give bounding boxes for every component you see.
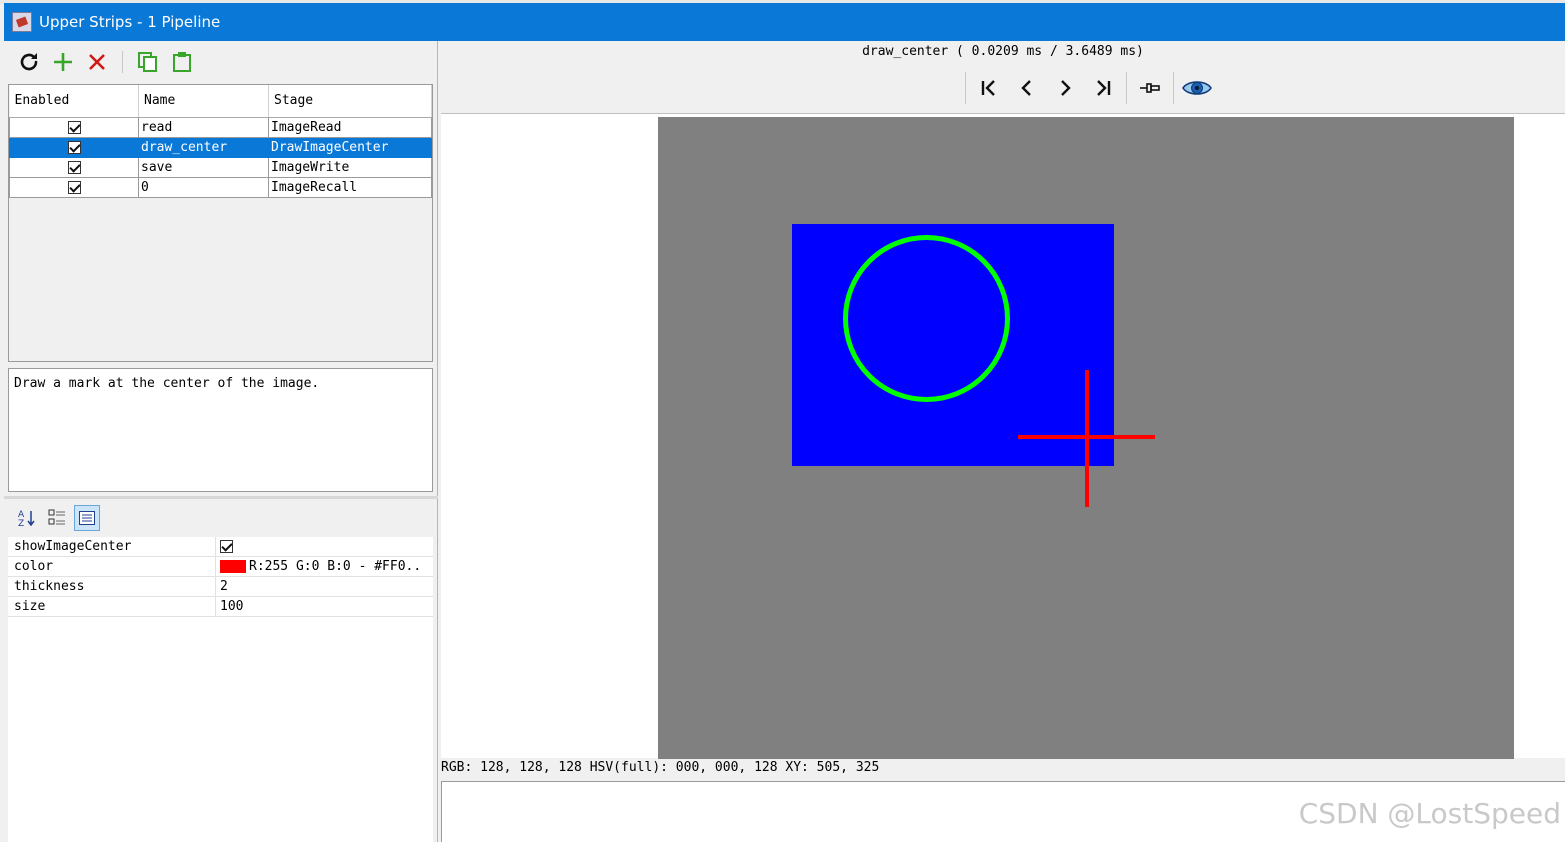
property-row[interactable]: showImageCenter	[8, 536, 433, 557]
copy-button[interactable]	[131, 47, 165, 77]
property-value[interactable]: 2	[216, 577, 433, 597]
show-image-center-checkbox[interactable]	[220, 540, 233, 553]
last-icon	[1097, 80, 1111, 96]
column-header-name[interactable]: Name	[138, 85, 269, 118]
paste-icon	[173, 52, 191, 72]
previous-stage-button[interactable]	[1008, 73, 1046, 103]
stage-name-cell[interactable]: save	[138, 156, 269, 178]
property-row[interactable]: size 100	[8, 596, 433, 617]
window-title: Upper Strips - 1 Pipeline	[39, 13, 221, 31]
description-icon	[79, 511, 95, 525]
first-stage-button[interactable]	[970, 73, 1008, 103]
pixel-status-bar: RGB: 128, 128, 128 HSV(full): 000, 000, …	[441, 760, 880, 775]
categorized-button[interactable]	[44, 505, 70, 531]
stage-type-cell[interactable]: ImageRecall	[268, 176, 432, 198]
color-swatch[interactable]	[220, 560, 246, 573]
stage-name-cell[interactable]: draw_center	[138, 136, 269, 158]
panel-splitter[interactable]	[4, 496, 438, 499]
property-value[interactable]: 100	[216, 597, 433, 617]
column-header-stage[interactable]: Stage	[268, 85, 432, 118]
add-stage-button[interactable]	[46, 47, 80, 77]
property-name: color	[8, 556, 216, 577]
stage-name-cell[interactable]: read	[138, 116, 269, 138]
toolbar-separator	[965, 72, 966, 104]
center-cross-vertical	[1085, 370, 1089, 507]
refresh-button[interactable]	[12, 47, 46, 77]
property-value[interactable]: R:255 G:0 B:0 - #FF0..	[216, 557, 433, 577]
enabled-checkbox[interactable]	[67, 140, 81, 154]
image-canvas[interactable]	[658, 117, 1514, 759]
app-icon	[12, 12, 32, 32]
pin-icon	[1140, 83, 1160, 93]
table-row[interactable]: read ImageRead	[9, 116, 432, 138]
enabled-checkbox[interactable]	[67, 120, 81, 134]
color-value: R:255 G:0 B:0 - #FF0..	[249, 558, 422, 574]
property-name: showImageCenter	[8, 536, 216, 557]
sort-alphabetical-icon: A Z	[18, 510, 35, 528]
property-toolbar: A Z	[14, 505, 100, 531]
watermark: CSDN @LostSpeed	[1298, 797, 1561, 830]
stage-type-cell[interactable]: DrawImageCenter	[268, 136, 432, 158]
description-toggle-button[interactable]	[74, 505, 100, 531]
enabled-checkbox[interactable]	[67, 160, 81, 174]
image-viewer[interactable]	[441, 113, 1565, 759]
table-row[interactable]: 0 ImageRecall	[9, 176, 432, 198]
enabled-cell[interactable]	[9, 156, 139, 178]
stage-type-cell[interactable]: ImageRead	[268, 116, 432, 138]
title-bar: Upper Strips - 1 Pipeline	[4, 3, 1565, 41]
stage-name-cell[interactable]: 0	[138, 176, 269, 198]
close-icon	[89, 54, 105, 70]
enabled-cell[interactable]	[9, 136, 139, 158]
green-circle-mark	[843, 235, 1010, 402]
toolbar-separator	[1126, 72, 1127, 104]
table-row[interactable]: save ImageWrite	[9, 156, 432, 178]
property-grid: showImageCenter color R:255 G:0 B:0 - #F…	[8, 536, 433, 842]
next-icon	[1061, 80, 1071, 96]
table-row-selected[interactable]: draw_center DrawImageCenter	[9, 136, 432, 158]
stage-description: Draw a mark at the center of the image.	[8, 368, 433, 492]
toolbar-separator	[122, 51, 123, 73]
stage-type-cell[interactable]: ImageWrite	[268, 156, 432, 178]
previous-icon	[1021, 80, 1031, 96]
property-row[interactable]: color R:255 G:0 B:0 - #FF0..	[8, 556, 433, 577]
eye-toggle-button[interactable]	[1178, 73, 1216, 103]
eye-icon	[1182, 81, 1212, 95]
paste-button[interactable]	[165, 47, 199, 77]
stage-timing-title: draw_center ( 0.0209 ms / 3.6489 ms)	[862, 44, 1144, 59]
last-stage-button[interactable]	[1084, 73, 1122, 103]
remove-stage-button[interactable]	[80, 47, 114, 77]
property-value[interactable]	[216, 537, 433, 557]
refresh-icon	[20, 53, 38, 71]
enabled-checkbox[interactable]	[67, 180, 81, 194]
viewer-panel: draw_center ( 0.0209 ms / 3.6489 ms) RGB…	[441, 41, 1565, 842]
property-name: thickness	[8, 576, 216, 597]
enabled-cell[interactable]	[9, 176, 139, 198]
categorized-icon	[48, 509, 65, 525]
sort-alphabetical-button[interactable]: A Z	[14, 505, 40, 531]
svg-text:Z: Z	[18, 519, 24, 528]
left-panel: Enabled Name Stage read ImageRead draw_c…	[4, 41, 438, 842]
property-name: size	[8, 596, 216, 617]
navigation-toolbar	[961, 72, 1216, 104]
toolbar-separator	[1173, 72, 1174, 104]
column-header-enabled[interactable]: Enabled	[9, 85, 139, 118]
first-icon	[981, 80, 995, 96]
copy-icon	[138, 52, 157, 72]
pipeline-toolbar	[12, 47, 199, 77]
pin-button[interactable]	[1131, 73, 1169, 103]
output-console[interactable]: CSDN @LostSpeed	[441, 781, 1565, 842]
property-row[interactable]: thickness 2	[8, 576, 433, 597]
next-stage-button[interactable]	[1046, 73, 1084, 103]
enabled-cell[interactable]	[9, 116, 139, 138]
pipeline-table: Enabled Name Stage read ImageRead draw_c…	[8, 84, 433, 362]
plus-icon	[54, 53, 72, 71]
